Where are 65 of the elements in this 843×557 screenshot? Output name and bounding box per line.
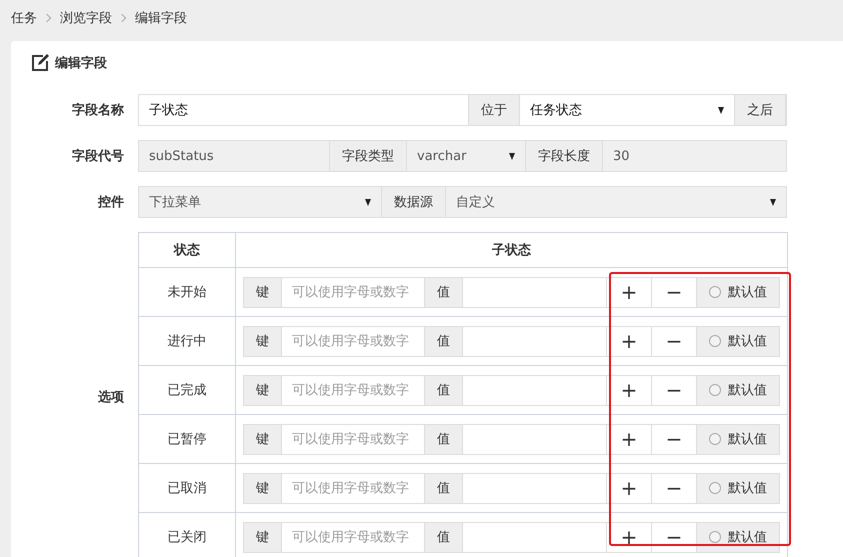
default-option[interactable]: 默认值 <box>696 424 780 454</box>
radio-button[interactable] <box>709 384 721 396</box>
table-cell: 已完成 <box>138 366 236 414</box>
key-input[interactable]: 可以使用字母或数字 <box>282 522 424 552</box>
add-button[interactable]: + <box>606 374 651 406</box>
panel-title: 编辑字段 <box>55 54 107 72</box>
remove-button[interactable]: − <box>651 276 696 308</box>
field-label: 控件 <box>96 194 125 211</box>
table-cell: 已暂停 <box>138 414 236 464</box>
default-option[interactable]: 默认值 <box>696 374 780 406</box>
remove-button[interactable]: − <box>651 522 696 552</box>
default-option[interactable]: 默认值 <box>696 276 780 308</box>
add-button[interactable]: + <box>606 276 651 308</box>
field-label: 键 <box>243 472 282 504</box>
field-label: 字段名称 <box>71 102 125 119</box>
value-input[interactable] <box>463 374 606 406</box>
key-input[interactable]: 可以使用字母或数字 <box>282 276 424 308</box>
remove-button[interactable]: − <box>651 472 696 504</box>
table-cell: 已取消 <box>138 464 236 512</box>
radio-button[interactable] <box>709 531 721 543</box>
field-label: 值 <box>424 472 463 504</box>
column-header: 子状态 <box>236 232 788 268</box>
field-label: 键 <box>243 424 282 454</box>
key-input[interactable]: 可以使用字母或数字 <box>282 472 424 504</box>
field-label: 值 <box>424 326 463 356</box>
radio-button[interactable] <box>709 335 721 347</box>
field-label: 值 <box>424 374 463 406</box>
radio-button[interactable] <box>709 433 721 445</box>
table-cell: 未开始 <box>138 268 236 316</box>
field-label: 字段代号 <box>71 148 125 165</box>
remove-button[interactable]: − <box>651 424 696 454</box>
field-label: 键 <box>243 374 282 406</box>
breadcrumb-link[interactable]: 编辑字段 <box>135 9 187 27</box>
remove-button[interactable]: − <box>651 374 696 406</box>
edit-icon <box>31 54 49 72</box>
key-input[interactable]: 可以使用字母或数字 <box>282 326 424 356</box>
add-button[interactable]: + <box>606 424 651 454</box>
add-button[interactable]: + <box>606 326 651 356</box>
key-input[interactable]: 可以使用字母或数字 <box>282 374 424 406</box>
default-option[interactable]: 默认值 <box>696 522 780 552</box>
value-input[interactable] <box>463 472 606 504</box>
default-option[interactable]: 默认值 <box>696 472 780 504</box>
field-label: 键 <box>243 276 282 308</box>
key-input[interactable]: 可以使用字母或数字 <box>282 424 424 454</box>
field-label: 值 <box>424 424 463 454</box>
value-input[interactable] <box>463 276 606 308</box>
field-label: 键 <box>243 522 282 552</box>
add-button[interactable]: + <box>606 522 651 552</box>
radio-button[interactable] <box>709 286 721 298</box>
breadcrumb-link[interactable]: 浏览字段 <box>60 9 112 27</box>
field-label: 值 <box>424 276 463 308</box>
table-cell: 进行中 <box>138 316 236 366</box>
add-button[interactable]: + <box>606 472 651 504</box>
remove-button[interactable]: − <box>651 326 696 356</box>
value-input[interactable] <box>463 522 606 552</box>
field-label: 键 <box>243 326 282 356</box>
table-cell: 已关闭 <box>138 512 236 557</box>
breadcrumb-link[interactable]: 任务 <box>11 9 37 27</box>
default-option[interactable]: 默认值 <box>696 326 780 356</box>
value-input[interactable] <box>463 424 606 454</box>
value-input[interactable] <box>463 326 606 356</box>
radio-button[interactable] <box>709 482 721 494</box>
field-label: 值 <box>424 522 463 552</box>
field-label: 选项 <box>98 389 124 406</box>
column-header: 状态 <box>138 232 236 268</box>
